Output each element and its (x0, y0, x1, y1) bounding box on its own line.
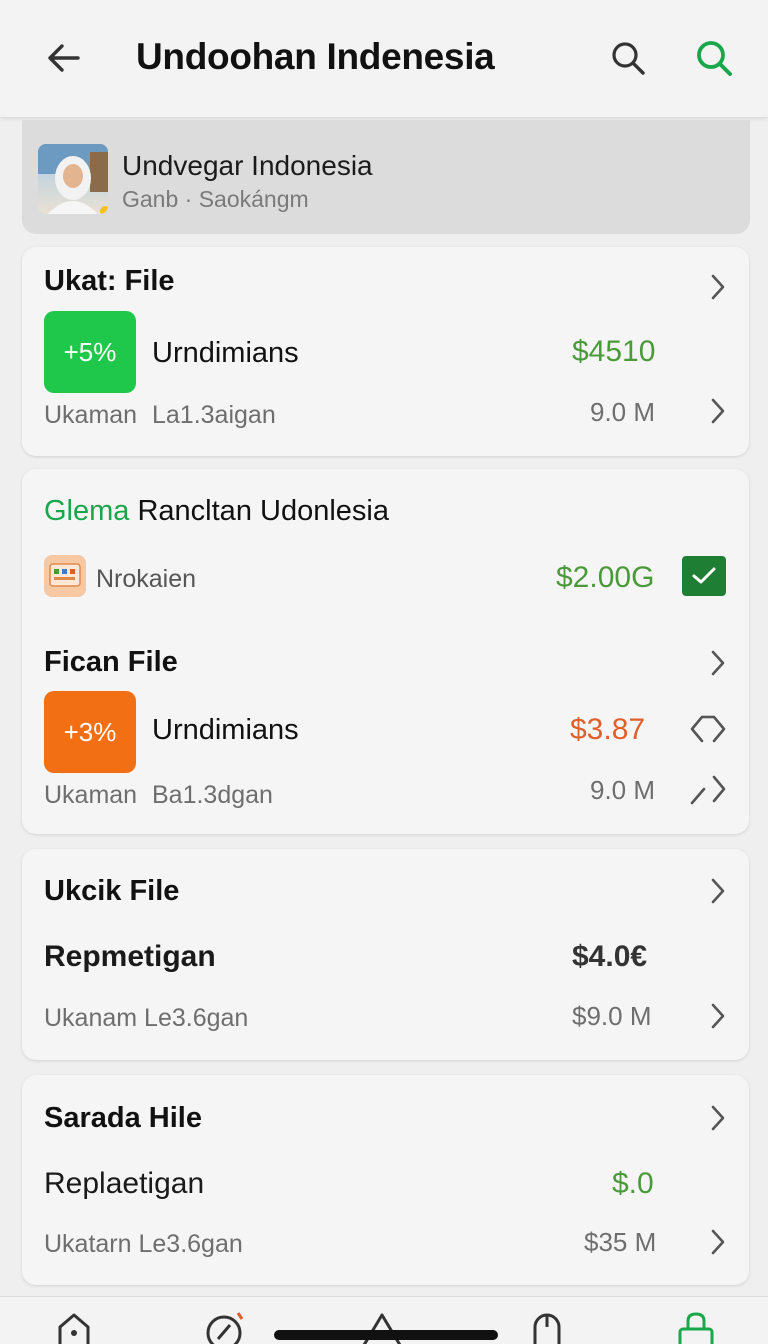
section-title: Fican File (44, 646, 178, 678)
row-label: Nrokaien (96, 565, 197, 593)
item-name: Urndimians (152, 714, 299, 746)
file-card-1[interactable]: Ukat: File +5% Urndimians $4510 Ukaman L… (22, 247, 749, 456)
status-dot (100, 206, 108, 214)
item-sub-mid: Ba1.3dgan (152, 781, 273, 809)
item-size: $35 M (584, 1227, 657, 1257)
search-green-icon[interactable] (690, 34, 738, 82)
check-box-icon[interactable] (682, 556, 726, 596)
mouse-icon[interactable] (530, 1311, 564, 1344)
search-icon[interactable] (604, 34, 652, 82)
item-size: $9.0 M (572, 1001, 652, 1031)
item-name: Replaetigan (44, 1167, 205, 1200)
profile-header[interactable]: Undvegar Indonesia Ganb · Saokángm (22, 120, 750, 234)
file-card-4[interactable]: Sarada Hile Replaetigan $.0 Ukatarn Le3.… (22, 1075, 749, 1285)
chevron-right-icon[interactable] (702, 395, 734, 427)
card-title: Ukat: File (44, 265, 175, 297)
item-price: $4510 (572, 335, 656, 368)
back-arrow-icon[interactable] (40, 34, 88, 82)
title-rest: Rancltan Udonlesia (137, 495, 389, 527)
avatar (38, 144, 108, 214)
item-sub: Ukatarn Le3.6gan (44, 1230, 243, 1258)
item-sub-left: Ukaman (44, 781, 138, 809)
item-size: 9.0 M (590, 775, 656, 805)
item-sub: Ukanam Le3.6gan (44, 1004, 249, 1032)
item-name: Repmetigan (44, 940, 216, 973)
item-price: $.0 (612, 1167, 654, 1200)
file-card-3[interactable]: Ukcik File Repmetigan $4.0€ Ukanam Le3.6… (22, 849, 749, 1060)
swap-icon[interactable] (688, 709, 728, 749)
home-icon[interactable] (54, 1311, 94, 1344)
code-icon[interactable] (688, 771, 728, 807)
item-sub-left: Ukaman (44, 401, 138, 429)
chevron-right-icon[interactable] (702, 875, 734, 907)
row-price: $2.00G (556, 561, 655, 594)
compass-icon[interactable] (204, 1311, 246, 1344)
chevron-right-icon[interactable] (702, 1000, 734, 1032)
file-card-2[interactable]: Glema Rancltan Udonlesia Nrokaien $2.00G… (22, 469, 749, 834)
card-title: Sarada Hile (44, 1102, 202, 1134)
lock-icon[interactable] (676, 1311, 716, 1344)
chevron-right-icon[interactable] (702, 647, 734, 679)
chevron-right-icon[interactable] (702, 271, 734, 303)
card-title: Glema Rancltan Udonlesia (44, 495, 389, 528)
card-title: Ukcik File (44, 875, 180, 907)
item-name: Urndimians (152, 337, 299, 369)
home-indicator (274, 1330, 498, 1340)
chevron-right-icon[interactable] (702, 1226, 734, 1258)
chevron-right-icon[interactable] (702, 1102, 734, 1134)
item-sub-mid: La1.3aigan (152, 401, 276, 429)
percent-tile: +5% (44, 311, 136, 393)
page-title: Undoohan Indenesia (136, 36, 495, 77)
profile-subtitle: Ganb · Saokángm (122, 186, 309, 212)
app-bar: Undoohan Indenesia (0, 0, 768, 118)
profile-name: Undvegar Indonesia (122, 150, 373, 181)
item-price: $3.87 (570, 713, 646, 746)
app-thumbnail-icon (44, 555, 86, 597)
item-price: $4.0€ (572, 940, 648, 973)
item-size: 9.0 M (590, 397, 656, 427)
percent-tile: +3% (44, 691, 136, 773)
title-accent: Glema (44, 495, 130, 527)
